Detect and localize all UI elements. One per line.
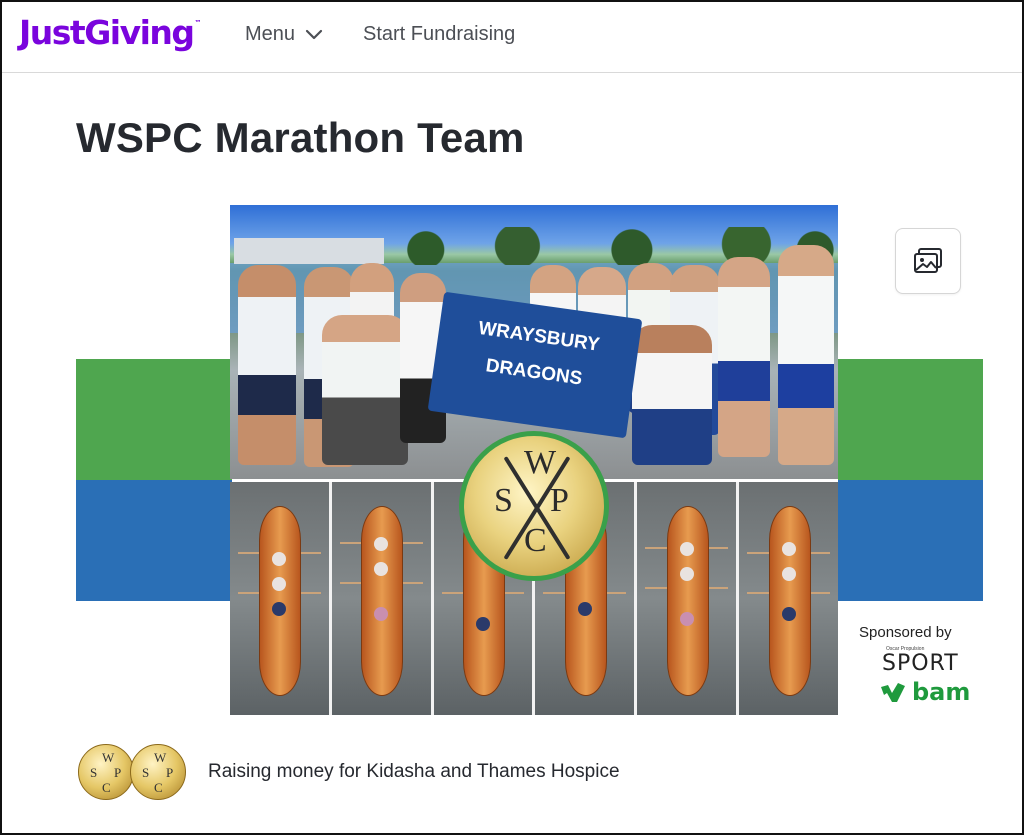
rower [679, 542, 694, 556]
start-fundraising-link[interactable]: Start Fundraising [363, 23, 515, 46]
boat-photo-tile [331, 482, 431, 715]
team-member [322, 315, 408, 465]
coin-letter: P [114, 765, 122, 780]
rower [679, 567, 694, 581]
browser-frame: JustGiving™ Menu Start Fundraising WSPC … [0, 0, 1024, 835]
logo-text: JustGiving [19, 13, 195, 52]
crest-letter-c: C [524, 522, 547, 559]
logo-trademark: ™ [194, 19, 202, 27]
sponsor-bam-logo: bam [880, 678, 970, 706]
coin-letter: P [166, 765, 174, 780]
justgiving-logo[interactable]: JustGiving™ [19, 13, 202, 52]
coin-letter: W [154, 750, 167, 765]
chevron-down-icon [305, 29, 323, 39]
banner-stripe-green-right [838, 359, 983, 480]
coin-letter: S [90, 765, 98, 780]
wspc-badge-avatar[interactable]: W S P C [78, 744, 134, 800]
team-member [718, 257, 770, 457]
sponsor-sport-logo: SPORT [882, 651, 959, 676]
trees-background [380, 227, 838, 265]
banner-stripe-blue-left [76, 480, 232, 601]
coin-letter: S [142, 765, 150, 780]
team-member [778, 245, 834, 465]
building-background [234, 238, 384, 264]
sponsor-label: Sponsored by [859, 624, 952, 641]
rower [476, 617, 491, 631]
bam-mark-icon [881, 683, 905, 702]
rower [781, 542, 796, 556]
banner-stripe-blue-right [838, 480, 983, 601]
rower [679, 612, 694, 626]
site-header: JustGiving™ Menu Start Fundraising [2, 2, 1022, 73]
view-gallery-button[interactable] [895, 228, 961, 294]
boat-photo-tile [230, 482, 329, 715]
team-member [632, 325, 712, 465]
charity-row: W S P C W S P C Raising money for Kidash… [78, 744, 620, 800]
rowing-boat [768, 506, 811, 696]
menu-dropdown[interactable]: Menu [245, 23, 323, 46]
coin-letter: C [154, 780, 163, 795]
charity-description: Raising money for Kidasha and Thames Hos… [208, 761, 620, 782]
coin-letter: W [102, 750, 115, 765]
menu-label: Menu [245, 23, 296, 45]
image-gallery-icon [914, 248, 942, 273]
rowing-boat [259, 506, 302, 696]
rower [781, 607, 796, 621]
team-member [238, 265, 296, 465]
rowing-boat [361, 506, 404, 696]
banner-stripe-green-left [76, 359, 232, 480]
coin-letter: C [102, 780, 111, 795]
rower [577, 602, 592, 616]
crest-letter-p: P [550, 482, 569, 519]
boat-photo-tile [739, 482, 838, 715]
bam-text: bam [912, 678, 971, 706]
wspc-badge-avatar[interactable]: W S P C [130, 744, 186, 800]
rowing-boat [666, 506, 709, 696]
wspc-crest-logo: W S P C [459, 431, 609, 581]
crest-letter-w: W [524, 444, 557, 481]
boat-photo-tile [637, 482, 737, 715]
rower [781, 567, 796, 581]
page-title: WSPC Marathon Team [76, 114, 525, 161]
crest-letter-s: S [494, 482, 513, 519]
